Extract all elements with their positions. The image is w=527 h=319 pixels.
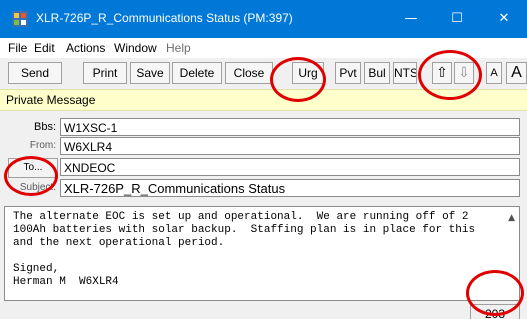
- urgent-button[interactable]: Urg: [292, 62, 324, 84]
- message-body[interactable]: The alternate EOC is set up and operatio…: [4, 206, 520, 301]
- message-window: XLR-726P_R_Communications Status (PM:397…: [0, 0, 527, 319]
- subject-field[interactable]: XLR-726P_R_Communications Status: [60, 179, 520, 197]
- scroll-up-icon[interactable]: ▲: [508, 213, 515, 223]
- to-row: To... XNDEOC: [0, 158, 527, 178]
- status-bar: 203: [0, 301, 527, 319]
- previous-message-button[interactable]: ⇧: [432, 62, 452, 84]
- to-button[interactable]: To...: [8, 158, 58, 178]
- menu-edit[interactable]: Edit: [34, 41, 55, 55]
- subject-row: Subject: XLR-726P_R_Communications Statu…: [0, 179, 527, 199]
- private-button[interactable]: Pvt: [335, 62, 361, 84]
- from-field[interactable]: W6XLR4: [60, 137, 520, 155]
- app-icon: [12, 11, 28, 27]
- menu-bar: File Edit Actions Window Help: [0, 38, 527, 58]
- character-count: 203: [470, 304, 520, 319]
- private-message-banner: Private Message: [0, 89, 527, 111]
- bulletin-button[interactable]: Bul: [364, 62, 390, 84]
- menu-file[interactable]: File: [8, 41, 27, 55]
- toolbar: Send Print Save Delete Close Urg Pvt Bul…: [0, 58, 527, 88]
- bbs-label: Bbs:: [33, 121, 56, 133]
- nts-button[interactable]: NTS: [393, 62, 417, 84]
- from-label: From:: [29, 140, 56, 151]
- menu-window[interactable]: Window: [114, 41, 157, 55]
- title-bar[interactable]: XLR-726P_R_Communications Status (PM:397…: [0, 0, 527, 38]
- larger-font-button[interactable]: A: [506, 62, 527, 84]
- minimize-button[interactable]: —: [388, 0, 434, 38]
- delete-button[interactable]: Delete: [172, 62, 222, 84]
- message-body-text: The alternate EOC is set up and operatio…: [13, 211, 476, 288]
- to-field[interactable]: XNDEOC: [60, 158, 520, 176]
- menu-actions[interactable]: Actions: [66, 41, 105, 55]
- save-button[interactable]: Save: [130, 62, 170, 84]
- bbs-field[interactable]: W1XSC-1: [60, 118, 520, 136]
- close-window-button[interactable]: ✕: [481, 0, 527, 38]
- private-message-label: Private Message: [6, 93, 96, 107]
- from-row: From: W6XLR4: [0, 137, 527, 157]
- print-button[interactable]: Print: [83, 62, 127, 84]
- close-button[interactable]: Close: [225, 62, 273, 84]
- menu-help[interactable]: Help: [166, 41, 191, 55]
- bbs-row: Bbs: W1XSC-1: [0, 118, 527, 138]
- window-title: XLR-726P_R_Communications Status (PM:397…: [36, 11, 293, 25]
- send-button[interactable]: Send: [8, 62, 62, 84]
- subject-label: Subject:: [19, 182, 56, 193]
- smaller-font-button[interactable]: A: [486, 62, 502, 84]
- maximize-button[interactable]: ☐: [434, 0, 480, 38]
- next-message-button[interactable]: ⇩: [454, 62, 474, 84]
